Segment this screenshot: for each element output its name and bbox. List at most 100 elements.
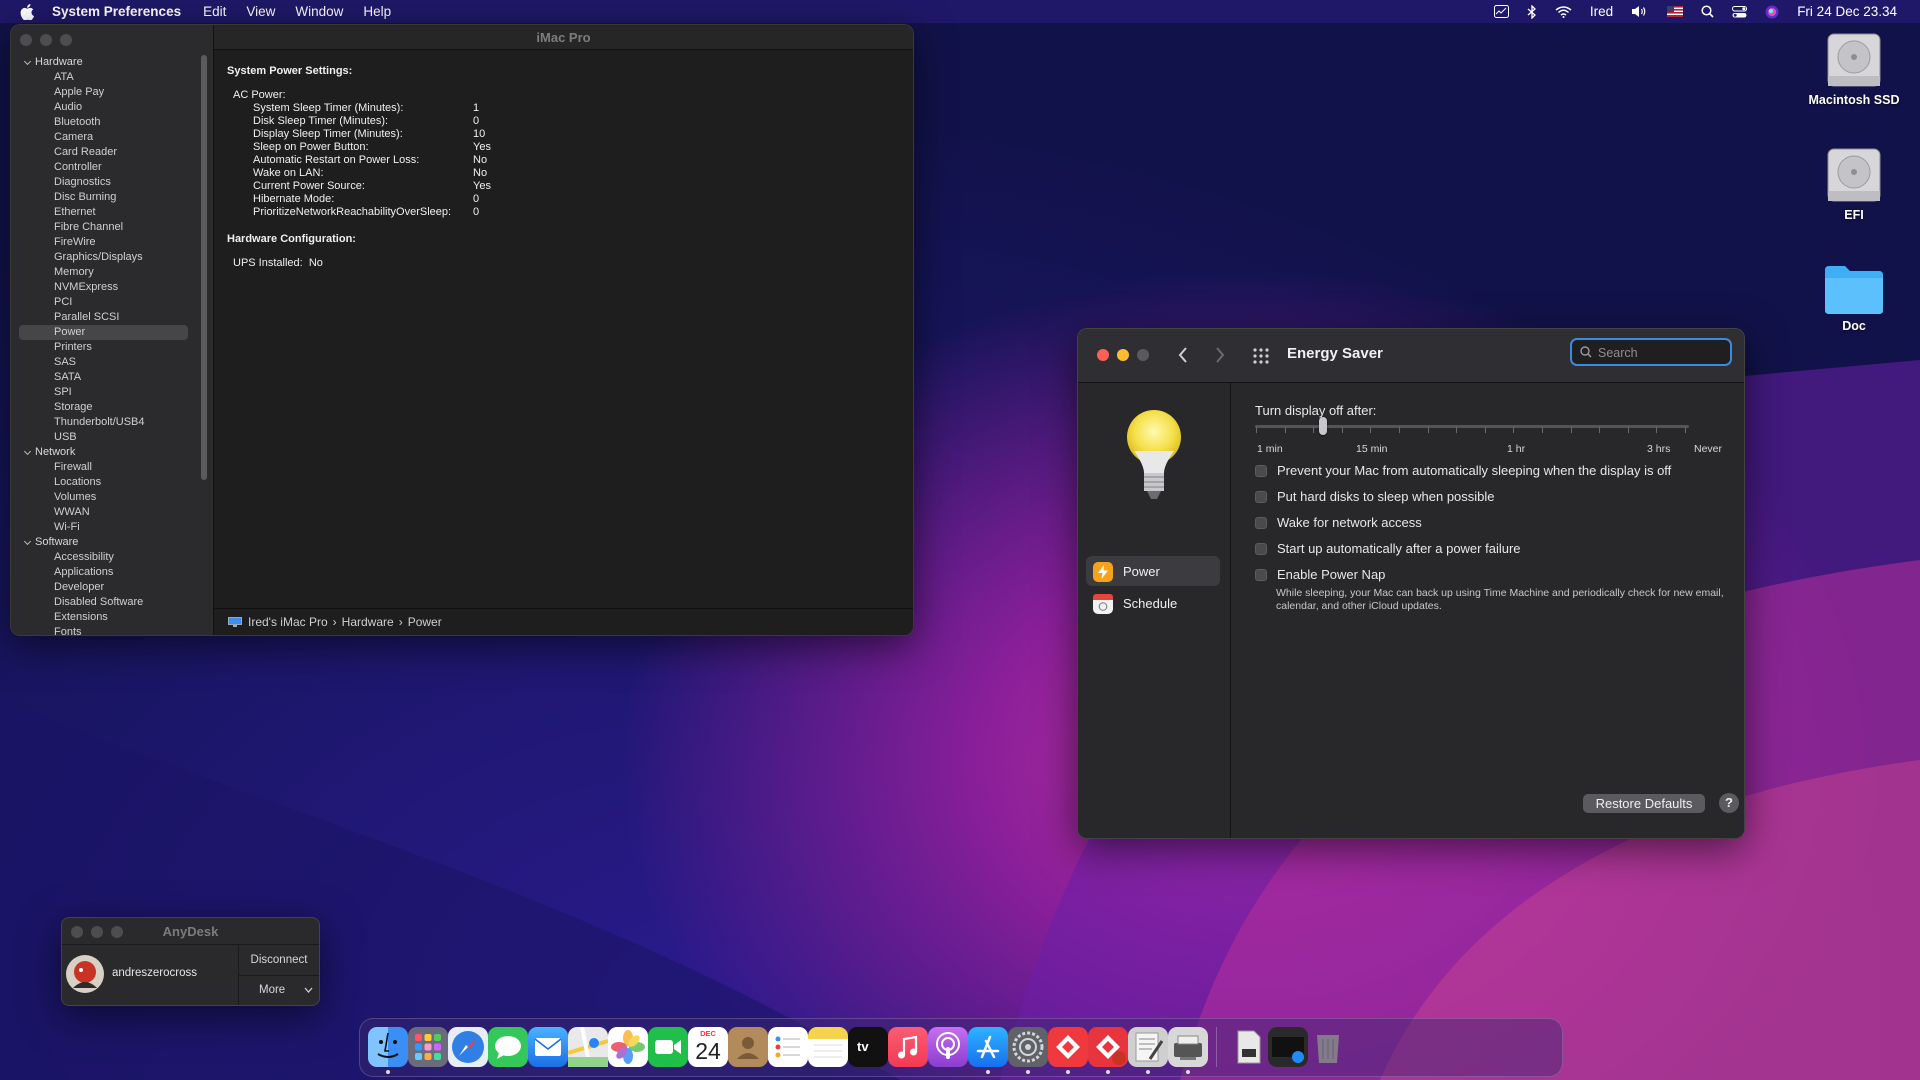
option-power-nap[interactable]: Enable Power Nap — [1255, 567, 1385, 582]
tree-item[interactable]: Volumes — [11, 490, 196, 505]
tree-item[interactable]: FireWire — [11, 235, 196, 250]
tree-item[interactable]: Memory — [11, 265, 196, 280]
close-button[interactable] — [1097, 349, 1109, 361]
dock-apple-tv-icon[interactable]: tv — [848, 1027, 888, 1067]
tree-item[interactable]: SAS — [11, 355, 196, 370]
checkbox[interactable] — [1255, 464, 1267, 477]
tree-item[interactable]: USB — [11, 430, 196, 445]
sidebar-item-power[interactable]: Power — [1086, 556, 1220, 586]
tree-item[interactable]: Controller — [11, 160, 196, 175]
tree-item[interactable]: Fonts — [11, 625, 196, 635]
forward-chevron-icon[interactable] — [1215, 347, 1225, 363]
tree-item[interactable]: NVMExpress — [11, 280, 196, 295]
dock-app-store-icon[interactable] — [968, 1027, 1008, 1067]
tree-item[interactable]: Accessibility — [11, 550, 196, 565]
dock-messages-icon[interactable] — [488, 1027, 528, 1067]
minimize-button[interactable] — [40, 34, 52, 46]
minimize-button[interactable] — [1117, 349, 1129, 361]
dock-window-icon[interactable] — [1268, 1027, 1308, 1067]
tree-item[interactable]: Bluetooth — [11, 115, 196, 130]
dock-calendar-icon[interactable]: DEC 24 — [688, 1027, 728, 1067]
zoom-button[interactable] — [1137, 349, 1149, 361]
menu-edit[interactable]: Edit — [193, 4, 236, 19]
activity-monitor-icon[interactable] — [1485, 5, 1518, 18]
tree-item[interactable]: Extensions — [11, 610, 196, 625]
dock-music-icon[interactable] — [888, 1027, 928, 1067]
dock-finder-icon[interactable] — [368, 1027, 408, 1067]
sidebar-item-schedule[interactable]: Schedule — [1086, 588, 1220, 618]
dock-notes-icon[interactable] — [808, 1027, 848, 1067]
volume-icon[interactable] — [1622, 5, 1658, 18]
breadcrumb-computer[interactable]: Ired's iMac Pro — [248, 615, 328, 629]
tree-item[interactable]: Card Reader — [11, 145, 196, 160]
desktop-icon-efi[interactable]: EFI — [1799, 145, 1909, 222]
option-wake-network[interactable]: Wake for network access — [1255, 515, 1422, 530]
dock-launchpad-icon[interactable] — [408, 1027, 448, 1067]
siri-icon[interactable] — [1756, 5, 1788, 19]
tree-item[interactable]: Applications — [11, 565, 196, 580]
more-dropdown[interactable]: More — [239, 976, 319, 1005]
tree-item[interactable]: WWAN — [11, 505, 196, 520]
tree-item[interactable]: Firewall — [11, 460, 196, 475]
tree-item[interactable]: Fibre Channel — [11, 220, 196, 235]
tree-item[interactable]: SATA — [11, 370, 196, 385]
checkbox[interactable] — [1255, 568, 1267, 581]
tree-item[interactable]: Locations — [11, 475, 196, 490]
checkbox[interactable] — [1255, 542, 1267, 555]
input-source-flag-icon[interactable] — [1658, 6, 1692, 17]
back-chevron-icon[interactable] — [1178, 347, 1188, 363]
menu-clock[interactable]: Fri 24 Dec 23.34 — [1788, 4, 1906, 19]
sidebar-scrollbar[interactable] — [201, 55, 207, 480]
tree-item[interactable]: Storage — [11, 400, 196, 415]
dock-podcasts-icon[interactable] — [928, 1027, 968, 1067]
option-disk-sleep[interactable]: Put hard disks to sleep when possible — [1255, 489, 1495, 504]
tree-item[interactable]: Graphics/Displays — [11, 250, 196, 265]
show-all-grid-icon[interactable] — [1253, 348, 1269, 364]
dock-script-editor-icon[interactable] — [1128, 1027, 1168, 1067]
tree-item[interactable]: ATA — [11, 70, 196, 85]
dock-photos-icon[interactable] — [608, 1027, 648, 1067]
tree-item[interactable]: Printers — [11, 340, 196, 355]
bluetooth-icon[interactable] — [1518, 4, 1546, 19]
dock-anydesk-icon[interactable] — [1048, 1027, 1088, 1067]
tree-item[interactable]: Developer — [11, 580, 196, 595]
help-button[interactable]: ? — [1719, 793, 1739, 813]
tree-item[interactable]: PCI — [11, 295, 196, 310]
tree-item[interactable]: Audio — [11, 100, 196, 115]
control-center-icon[interactable] — [1723, 5, 1756, 18]
menu-app-name[interactable]: System Preferences — [42, 4, 193, 19]
dock-anydesk-remote-icon[interactable] — [1088, 1027, 1128, 1067]
dock-facetime-icon[interactable] — [648, 1027, 688, 1067]
tree-item[interactable]: Diagnostics — [11, 175, 196, 190]
tree-item[interactable]: Apple Pay — [11, 85, 196, 100]
tree-item[interactable]: Ethernet — [11, 205, 196, 220]
tree-item[interactable]: Power — [19, 325, 188, 340]
dock-maps-icon[interactable] — [567, 1026, 609, 1068]
checkbox[interactable] — [1255, 516, 1267, 529]
tree-item[interactable]: SPI — [11, 385, 196, 400]
tree-item[interactable]: Camera — [11, 130, 196, 145]
desktop-icon-doc[interactable]: Doc — [1799, 262, 1909, 333]
menu-view[interactable]: View — [236, 4, 285, 19]
checkbox[interactable] — [1255, 490, 1267, 503]
tree-item[interactable]: Thunderbolt/USB4 — [11, 415, 196, 430]
dock-trash-icon[interactable] — [1308, 1027, 1348, 1067]
tree-item[interactable]: Wi-Fi — [11, 520, 196, 535]
zoom-button[interactable] — [60, 34, 72, 46]
search-field[interactable] — [1570, 338, 1732, 366]
breadcrumb-power[interactable]: Power — [408, 615, 442, 629]
close-button[interactable] — [20, 34, 32, 46]
dock-safari-icon[interactable] — [448, 1027, 488, 1067]
dock-system-information-icon[interactable] — [1168, 1027, 1208, 1067]
tree-group-hardware[interactable]: Hardware — [11, 55, 196, 70]
desktop-icon-macintosh-ssd[interactable]: Macintosh SSD — [1799, 30, 1909, 107]
tree-group-network[interactable]: Network — [11, 445, 196, 460]
dock-mail-icon[interactable] — [528, 1027, 568, 1067]
wifi-icon[interactable] — [1546, 5, 1581, 18]
tree-item[interactable]: Disabled Software — [11, 595, 196, 610]
search-input[interactable] — [1596, 343, 1730, 363]
dock-contacts-icon[interactable] — [728, 1027, 768, 1067]
apple-menu-icon[interactable] — [20, 3, 34, 20]
menu-window[interactable]: Window — [285, 4, 353, 19]
breadcrumb-hardware[interactable]: Hardware — [342, 615, 394, 629]
